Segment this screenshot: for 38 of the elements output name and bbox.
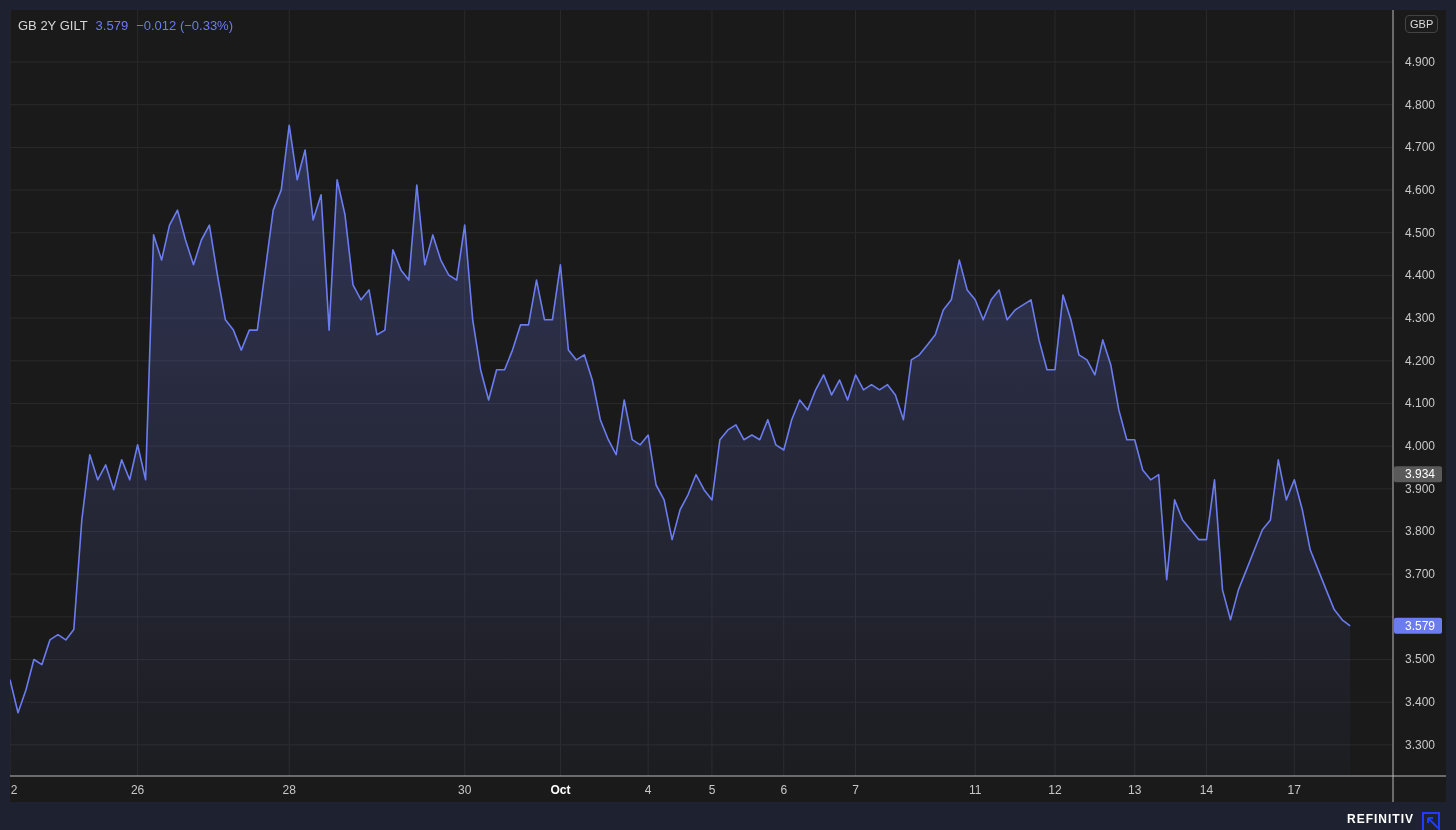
y-axis-label: 4.200 [1405,353,1435,368]
y-axis-label: 4.800 [1405,97,1435,112]
x-axis-label: Oct [550,783,571,797]
price-change: −0.012 (−0.33%) [136,18,233,33]
x-axis-label: 4 [644,783,652,797]
y-axis-label: 3.500 [1405,652,1435,667]
x-axis-label: 13 [1128,783,1142,797]
x-axis-label: 17 [1287,783,1301,797]
y-axis-label: 3.300 [1405,737,1435,752]
x-axis-label: 30 [458,783,472,797]
last-price: 3.579 [95,18,129,33]
x-axis-label: 26 [130,783,145,797]
y-axis-label: 4.000 [1405,439,1435,454]
x-axis-label: 6 [780,783,788,797]
logo-text: REFINITIV [1347,812,1414,826]
y-axis-label: 4.500 [1405,225,1435,240]
x-axis-label: 14 [1199,783,1214,797]
price-marker: 3.579 [1394,617,1442,634]
y-axis-label: 3.800 [1405,524,1435,539]
x-axis-label: 7 [852,783,859,797]
y-axis-label: 3.700 [1405,567,1435,582]
y-axis-label: 4.100 [1405,396,1435,411]
y-axis-label: 4.400 [1405,268,1435,283]
y-axis-label: 3.900 [1405,481,1435,496]
currency-button[interactable]: GBP [1405,15,1439,33]
symbol-name: GB 2Y GILT [18,18,88,33]
y-axis-label: 4.900 [1405,55,1435,70]
y-axis-label: 3.400 [1405,695,1435,710]
y-axis-label: 4.600 [1405,183,1435,198]
y-axis-label: 4.700 [1405,140,1435,155]
x-axis-label: 2 [10,783,18,797]
y-axis-label: 4.300 [1405,311,1435,326]
x-axis-label: 28 [282,783,296,797]
arrow-logo-icon [1422,812,1440,830]
price-marker: 3.934 [1394,466,1442,483]
x-axis-label: 11 [969,783,982,797]
x-axis-label: 5 [708,783,716,797]
x-axis-label: 12 [1048,783,1062,797]
